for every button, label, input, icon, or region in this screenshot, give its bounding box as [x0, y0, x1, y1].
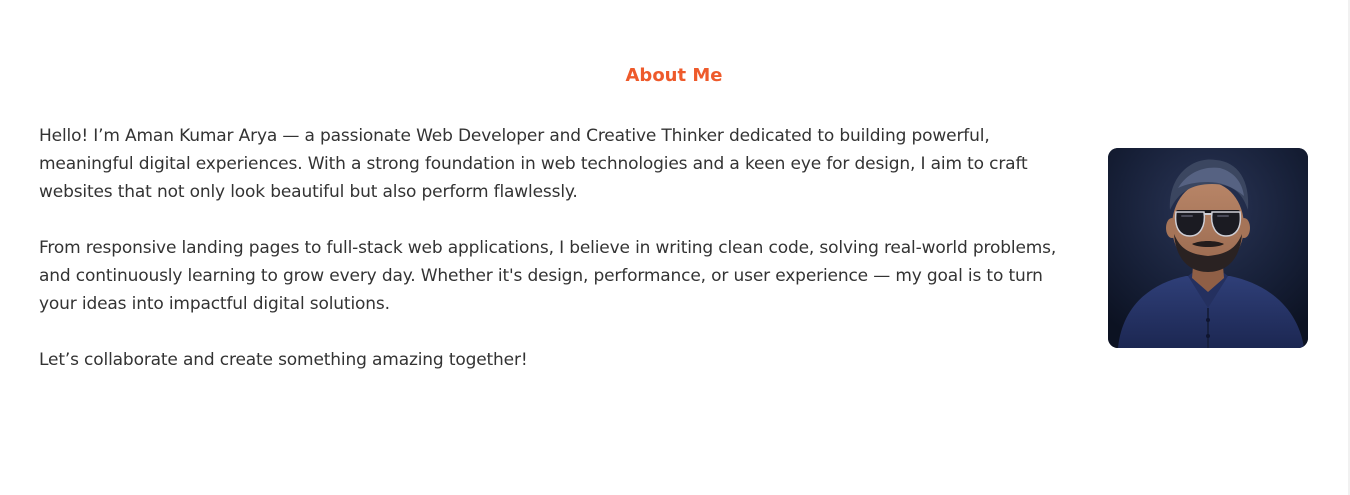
- about-section: About Me Hello! I’m Aman Kumar Arya — a …: [0, 0, 1348, 495]
- section-title: About Me: [625, 65, 723, 86]
- profile-photo: [1108, 148, 1308, 348]
- about-description: Hello! I’m Aman Kumar Arya — a passionat…: [39, 122, 1079, 402]
- about-paragraph-skills: From responsive landing pages to full-st…: [39, 238, 1057, 314]
- about-paragraph-cta: Let’s collaborate and create something a…: [39, 350, 528, 370]
- profile-photo-illustration: [1108, 148, 1308, 348]
- about-paragraph-intro: Hello! I’m Aman Kumar Arya — a passionat…: [39, 126, 1028, 202]
